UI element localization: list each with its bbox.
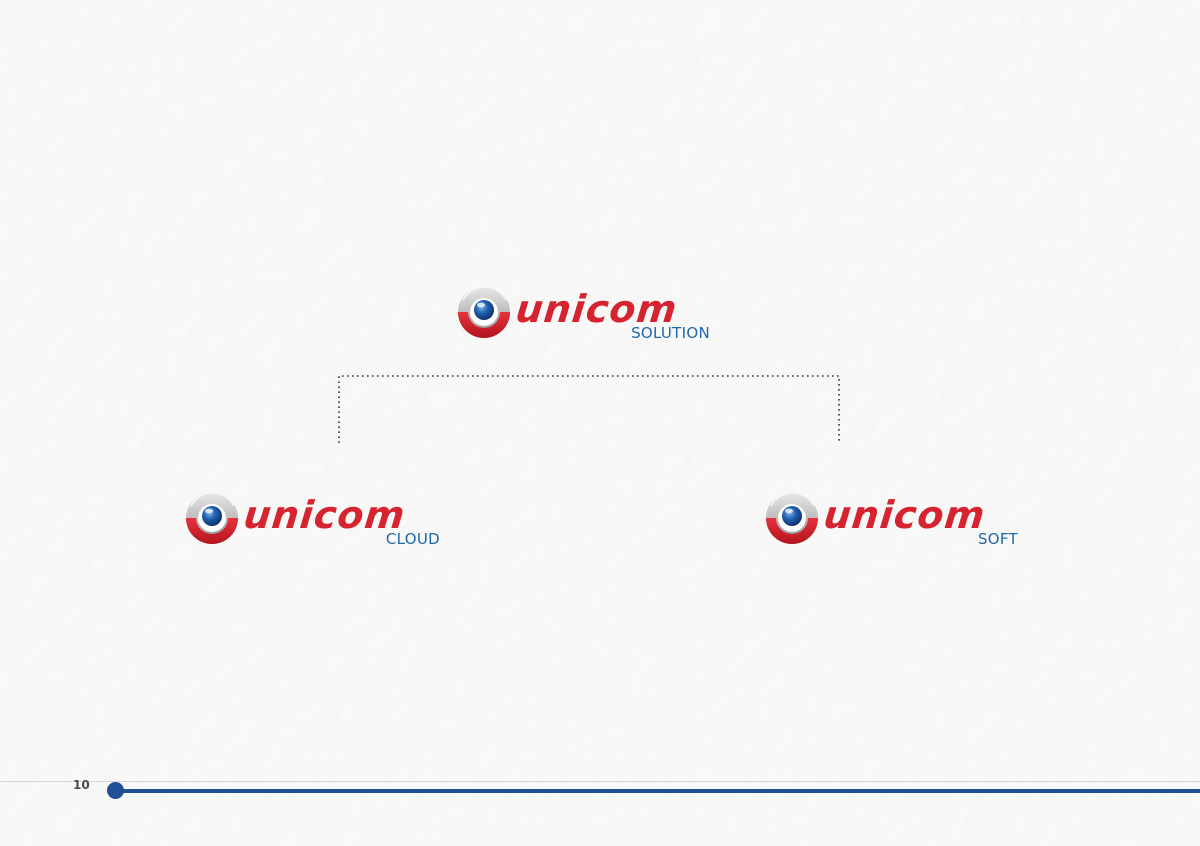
unicom-wordmark: unicom — [821, 493, 988, 537]
unicom-solution-logo: unicom SOLUTION — [456, 286, 710, 346]
footer-rule — [116, 789, 1200, 793]
unicom-wordmark: unicom — [513, 287, 680, 331]
unicom-cloud-logo: unicom CLOUD — [184, 492, 440, 552]
unicom-soft-logo: unicom SOFT — [764, 492, 1018, 552]
logo-subtitle-solution: SOLUTION — [631, 324, 710, 342]
unicom-wordmark: unicom — [241, 493, 408, 537]
unicom-emblem-icon — [765, 492, 819, 545]
logo-subtitle-soft: SOFT — [977, 530, 1018, 548]
unicom-emblem-icon — [185, 492, 239, 545]
unicom-emblem-icon — [457, 286, 511, 339]
page-number: 10 — [73, 778, 90, 792]
logo-subtitle-cloud: CLOUD — [385, 530, 440, 548]
footer-hairline — [0, 781, 1200, 782]
org-connector-lines — [338, 375, 840, 443]
footer-rule-dot — [107, 782, 124, 799]
